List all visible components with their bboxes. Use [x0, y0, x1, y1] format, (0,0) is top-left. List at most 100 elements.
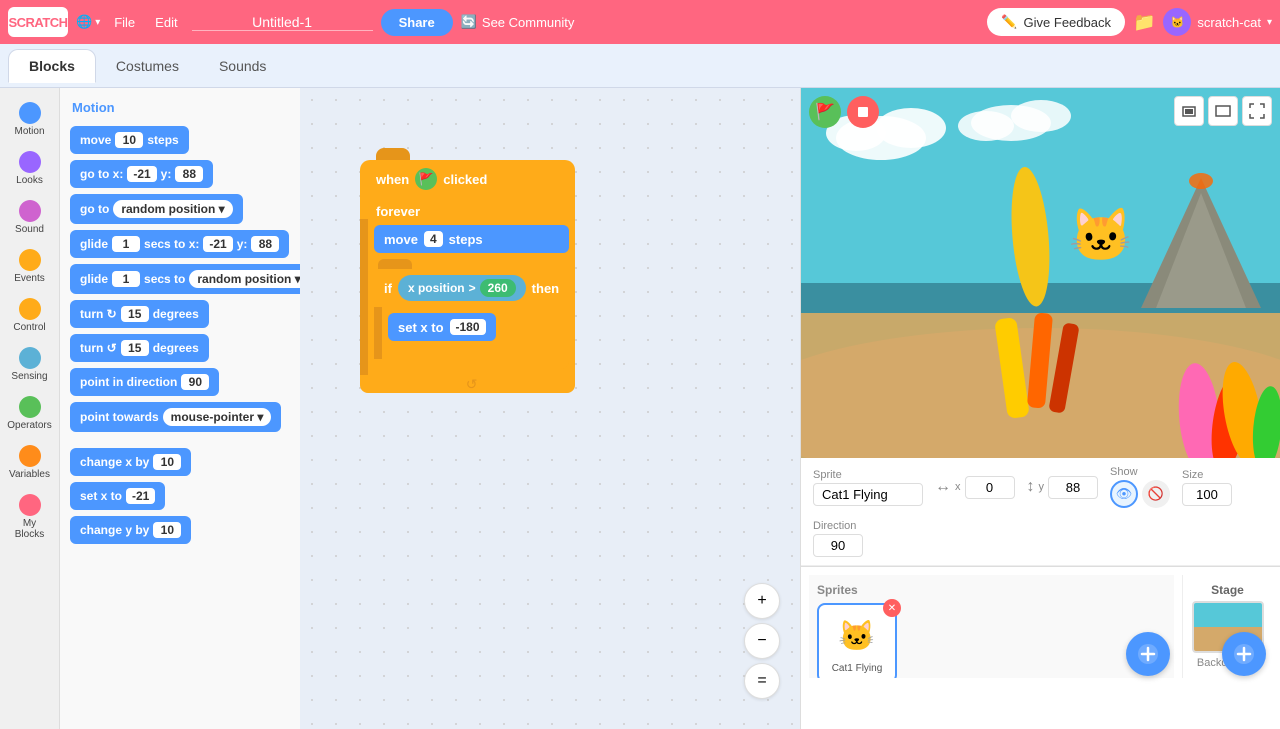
size-input[interactable] — [1182, 483, 1232, 506]
y-input[interactable] — [1048, 476, 1098, 499]
blocks-panel: Motion move 10 steps go to x: -21 y: 88 — [60, 88, 300, 729]
block-turn-ccw[interactable]: turn ↺ 15 degrees — [70, 334, 209, 362]
stage-container: 🐱 🚩 — [801, 88, 1280, 458]
blocks-section-title: Motion — [72, 100, 292, 115]
block-turn-cw[interactable]: turn ↻ 15 degrees — [70, 300, 209, 328]
category-sidebar: Motion Looks Sound Events Control Sensin… — [0, 88, 60, 729]
edit-menu[interactable]: Edit — [149, 15, 183, 30]
sidebar-item-motion[interactable]: Motion — [4, 96, 56, 143]
forever-label: forever — [376, 204, 420, 219]
sprite-list: Sprites ✕ 🐱 Cat1 Flying — [809, 575, 1174, 678]
x-input[interactable] — [965, 476, 1015, 499]
sidebar-item-sound-label: Sound — [15, 224, 44, 235]
show-toggle: 👁 🚫 — [1110, 480, 1170, 508]
sidebar-item-looks[interactable]: Looks — [4, 145, 56, 192]
normal-stage-button[interactable] — [1208, 96, 1238, 126]
sidebar-item-motion-label: Motion — [14, 126, 44, 137]
sprite-label: Sprite — [813, 469, 923, 481]
show-hidden-button[interactable]: 🚫 — [1142, 480, 1170, 508]
sprite-remove-button[interactable]: ✕ — [883, 599, 901, 617]
bottom-tray: Sprites ✕ 🐱 Cat1 Flying Stage — [801, 566, 1280, 686]
y-label: y — [1039, 481, 1045, 493]
block-glide-xy[interactable]: glide 1 secs to x: -21 y: 88 — [70, 230, 289, 258]
stage-view-controls — [1174, 96, 1272, 126]
hat-clicked: clicked — [443, 172, 487, 187]
small-stage-button[interactable] — [1174, 96, 1204, 126]
file-menu[interactable]: File — [108, 15, 141, 30]
sprite-info-panel: Sprite ↔ x ↕ y Show 👁 🚫 Size — [801, 458, 1280, 566]
block-point-direction[interactable]: point in direction 90 — [70, 368, 219, 396]
script-block-move[interactable]: move 4 steps — [374, 225, 569, 253]
stop-button[interactable] — [847, 96, 879, 128]
avatar: 🐱 — [1163, 8, 1191, 36]
community-icon: 🔄 — [461, 14, 477, 30]
user-menu[interactable]: 🐱 scratch-cat ▾ — [1163, 8, 1272, 36]
sidebar-item-events-label: Events — [14, 273, 45, 284]
globe-chevron: ▾ — [95, 17, 100, 28]
green-flag-button[interactable]: 🚩 — [809, 96, 841, 128]
sidebar-item-variables[interactable]: Variables — [4, 439, 56, 486]
sprite-thumb-image: 🐱 — [833, 613, 881, 661]
zoom-out-button[interactable]: − — [744, 623, 780, 659]
tab-costumes[interactable]: Costumes — [96, 50, 199, 82]
sidebar-item-looks-label: Looks — [16, 175, 43, 186]
editor-tabs: Blocks Costumes Sounds — [0, 44, 1280, 88]
block-change-y[interactable]: change y by 10 — [70, 516, 191, 544]
sidebar-item-control-label: Control — [13, 322, 45, 333]
user-chevron: ▾ — [1267, 17, 1272, 28]
show-visible-button[interactable]: 👁 — [1110, 480, 1138, 508]
direction-label: Direction — [813, 520, 863, 532]
size-label: Size — [1182, 469, 1232, 481]
sidebar-item-myblocks[interactable]: My Blocks — [4, 488, 56, 546]
cond-op: > — [469, 281, 476, 295]
tab-blocks[interactable]: Blocks — [8, 49, 96, 83]
tab-sounds[interactable]: Sounds — [199, 50, 286, 82]
block-move-steps[interactable]: move 10 steps — [70, 126, 189, 154]
sprite-thumb-name: Cat1 Flying — [832, 663, 883, 674]
sidebar-item-control[interactable]: Control — [4, 292, 56, 339]
block-go-to-xy[interactable]: go to x: -21 y: 88 — [70, 160, 213, 188]
x-label: x — [955, 481, 961, 493]
block-point-towards[interactable]: point towards mouse-pointer ▾ — [70, 402, 281, 432]
sprites-header: Sprites — [817, 583, 1166, 597]
fullscreen-button[interactable] — [1242, 96, 1272, 126]
direction-input[interactable] — [813, 534, 863, 557]
stage-mini-label: Stage — [1211, 583, 1244, 597]
zoom-fit-button[interactable]: = — [744, 663, 780, 699]
sprite-thumbnail-cat1flying[interactable]: ✕ 🐱 Cat1 Flying — [817, 603, 897, 678]
sidebar-item-sensing[interactable]: Sensing — [4, 341, 56, 388]
cond-val[interactable]: 260 — [480, 279, 516, 297]
block-change-x[interactable]: change x by 10 — [70, 448, 191, 476]
script-block-set-x[interactable]: set x to -180 — [388, 313, 496, 341]
show-label: Show — [1110, 466, 1170, 478]
add-sprite-button[interactable] — [1126, 632, 1170, 676]
zoom-in-button[interactable]: + — [744, 583, 780, 619]
sidebar-item-sound[interactable]: Sound — [4, 194, 56, 241]
give-feedback-button[interactable]: ✏️ Give Feedback — [987, 8, 1125, 36]
block-go-to-random[interactable]: go to random position ▾ — [70, 194, 243, 224]
sidebar-item-variables-label: Variables — [9, 469, 50, 480]
stage-controls: 🚩 — [809, 96, 879, 128]
project-title-input[interactable] — [192, 14, 373, 31]
add-backdrop-button[interactable] — [1222, 632, 1266, 676]
top-navigation: SCRATCH 🌐 ▾ File Edit Share 🔄 See Commun… — [0, 0, 1280, 44]
sprite-name-input[interactable] — [813, 483, 923, 506]
language-selector[interactable]: 🌐 ▾ — [76, 14, 100, 30]
sidebar-item-events[interactable]: Events — [4, 243, 56, 290]
scratch-logo[interactable]: SCRATCH — [8, 7, 68, 37]
share-button[interactable]: Share — [381, 9, 453, 36]
sidebar-item-sensing-label: Sensing — [11, 371, 47, 382]
pencil-icon: ✏️ — [1001, 14, 1017, 30]
block-set-x[interactable]: set x to -21 — [70, 482, 165, 510]
sidebar-item-operators[interactable]: Operators — [4, 390, 56, 437]
if-label: if — [384, 281, 392, 296]
zoom-controls: + − = — [744, 583, 780, 699]
cond-then: then — [532, 281, 559, 296]
hat-flag-icon: 🚩 — [415, 168, 437, 190]
block-glide-random[interactable]: glide 1 secs to random position ▾ — [70, 264, 300, 294]
script-area: when 🚩 clicked forever m — [300, 88, 800, 729]
sidebar-item-myblocks-label: My Blocks — [8, 518, 52, 540]
cond-pos: x position — [408, 281, 465, 295]
folder-icon[interactable]: 📁 — [1133, 12, 1155, 33]
see-community-button[interactable]: 🔄 See Community — [461, 14, 575, 30]
